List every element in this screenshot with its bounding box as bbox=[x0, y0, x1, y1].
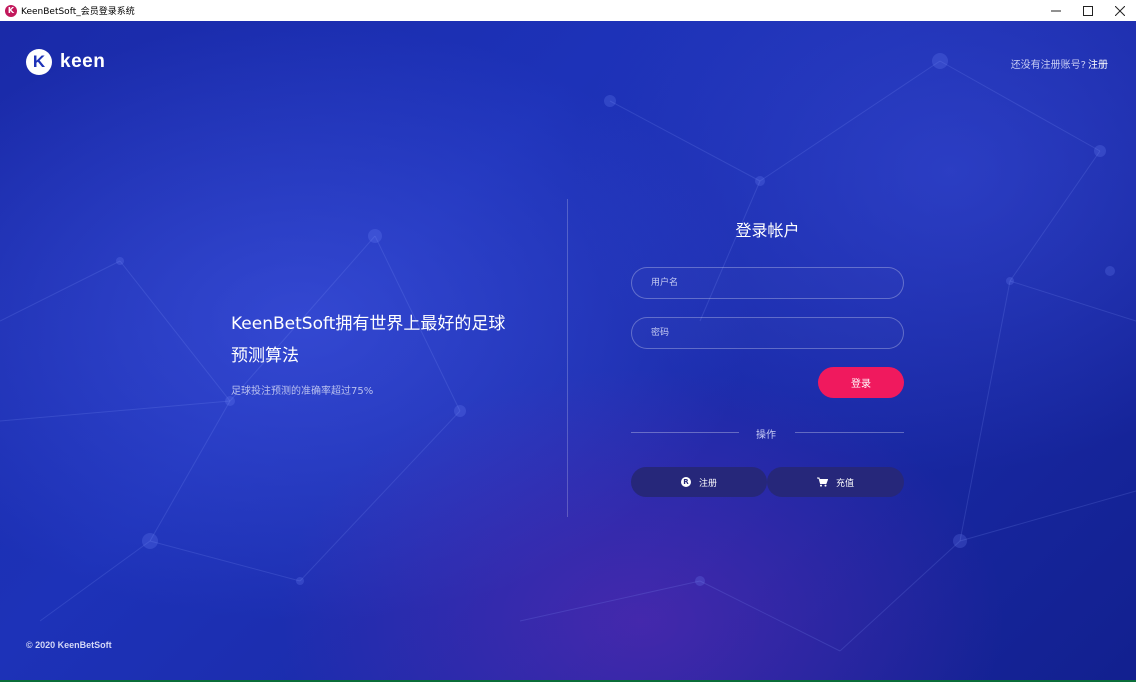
separator-line-left bbox=[631, 432, 739, 433]
close-icon bbox=[1115, 5, 1125, 16]
username-input[interactable] bbox=[632, 268, 903, 298]
password-field-wrapper bbox=[631, 317, 904, 349]
cart-icon bbox=[816, 477, 828, 487]
register-button[interactable]: R 注册 bbox=[631, 467, 767, 497]
minimize-button[interactable] bbox=[1040, 0, 1072, 21]
login-button[interactable]: 登录 bbox=[818, 367, 904, 398]
vertical-divider bbox=[567, 199, 568, 517]
register-icon: R bbox=[680, 477, 691, 487]
maximize-button[interactable] bbox=[1072, 0, 1104, 21]
hero-headline: KeenBetSoft拥有世界上最好的足球预测算法 bbox=[231, 314, 506, 366]
hero-subline: 足球投注预测的准确率超过75% bbox=[231, 386, 374, 397]
register-button-label: 注册 bbox=[698, 478, 717, 489]
app-icon: K bbox=[5, 4, 17, 17]
brand-name: keen bbox=[60, 51, 106, 72]
copyright-text: © 2020 KeenBetSoft bbox=[26, 640, 112, 650]
password-input[interactable] bbox=[632, 318, 903, 348]
recharge-button[interactable]: 充值 bbox=[767, 467, 904, 497]
brand-logo[interactable]: K keen bbox=[26, 49, 105, 75]
window-controls bbox=[1040, 0, 1136, 21]
logo-icon: K bbox=[26, 49, 52, 75]
close-button[interactable] bbox=[1104, 0, 1136, 21]
register-link[interactable]: 注册 bbox=[1088, 60, 1108, 71]
register-prompt-text: 还没有注册账号? bbox=[1010, 60, 1086, 71]
separator-label: 操作 bbox=[756, 430, 776, 441]
login-form-title: 登录帐户 bbox=[735, 221, 800, 240]
login-page: K keen 还没有注册账号? 注册 KeenBetSoft拥有世界上最好的足球预… bbox=[0, 21, 1136, 680]
window-title: KeenBetSoft_会员登录系统 bbox=[21, 7, 135, 17]
recharge-button-label: 充值 bbox=[835, 478, 854, 489]
separator-line-right bbox=[795, 432, 904, 433]
network-background bbox=[0, 53, 1136, 652]
maximize-icon bbox=[1083, 5, 1093, 16]
username-field-wrapper bbox=[631, 267, 904, 299]
minimize-icon bbox=[1051, 10, 1061, 11]
register-prompt: 还没有注册账号? 注册 bbox=[1011, 56, 1108, 71]
window-titlebar: K KeenBetSoft_会员登录系统 bbox=[0, 0, 1136, 21]
